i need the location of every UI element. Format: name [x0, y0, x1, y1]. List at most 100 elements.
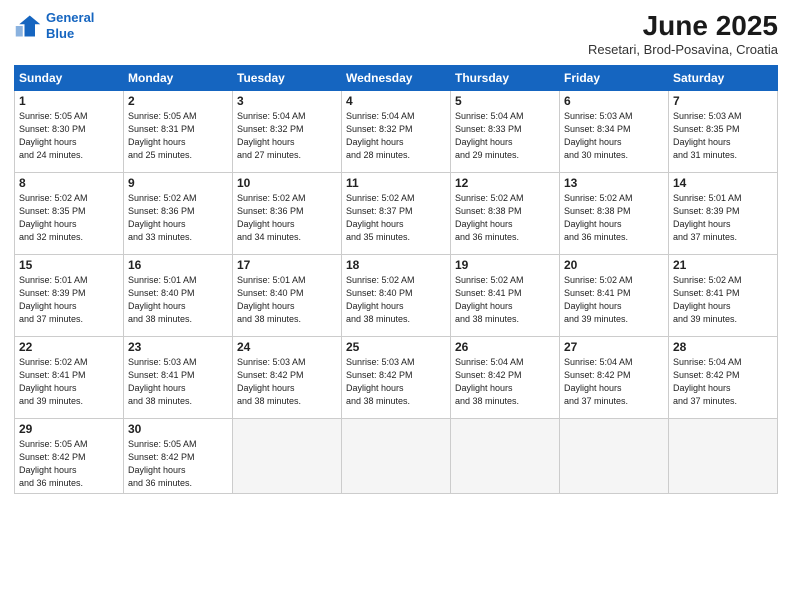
- calendar-day-cell: 8 Sunrise: 5:02 AM Sunset: 8:35 PM Dayli…: [15, 173, 124, 255]
- logo-line2: Blue: [46, 26, 74, 41]
- calendar: SundayMondayTuesdayWednesdayThursdayFrid…: [14, 65, 778, 494]
- calendar-week-row: 29 Sunrise: 5:05 AM Sunset: 8:42 PM Dayl…: [15, 419, 778, 494]
- calendar-day-cell: 3 Sunrise: 5:04 AM Sunset: 8:32 PM Dayli…: [233, 91, 342, 173]
- day-number: 24: [237, 340, 337, 354]
- calendar-day-cell: 15 Sunrise: 5:01 AM Sunset: 8:39 PM Dayl…: [15, 255, 124, 337]
- day-number: 26: [455, 340, 555, 354]
- day-number: 10: [237, 176, 337, 190]
- day-info: Sunrise: 5:05 AM Sunset: 8:42 PM Dayligh…: [128, 438, 228, 490]
- day-number: 9: [128, 176, 228, 190]
- day-number: 16: [128, 258, 228, 272]
- calendar-day-cell: 9 Sunrise: 5:02 AM Sunset: 8:36 PM Dayli…: [124, 173, 233, 255]
- day-info: Sunrise: 5:05 AM Sunset: 8:31 PM Dayligh…: [128, 110, 228, 162]
- day-info: Sunrise: 5:04 AM Sunset: 8:42 PM Dayligh…: [564, 356, 664, 408]
- day-info: Sunrise: 5:04 AM Sunset: 8:32 PM Dayligh…: [237, 110, 337, 162]
- day-number: 15: [19, 258, 119, 272]
- weekday-header: Monday: [124, 66, 233, 91]
- header: General Blue June 2025 Resetari, Brod-Po…: [14, 10, 778, 57]
- day-info: Sunrise: 5:03 AM Sunset: 8:42 PM Dayligh…: [346, 356, 446, 408]
- day-number: 11: [346, 176, 446, 190]
- calendar-day-cell: [342, 419, 451, 494]
- day-info: Sunrise: 5:03 AM Sunset: 8:35 PM Dayligh…: [673, 110, 773, 162]
- calendar-day-cell: 2 Sunrise: 5:05 AM Sunset: 8:31 PM Dayli…: [124, 91, 233, 173]
- day-info: Sunrise: 5:04 AM Sunset: 8:42 PM Dayligh…: [673, 356, 773, 408]
- weekday-header: Sunday: [15, 66, 124, 91]
- day-number: 27: [564, 340, 664, 354]
- day-info: Sunrise: 5:02 AM Sunset: 8:36 PM Dayligh…: [237, 192, 337, 244]
- day-number: 3: [237, 94, 337, 108]
- day-number: 19: [455, 258, 555, 272]
- calendar-week-row: 8 Sunrise: 5:02 AM Sunset: 8:35 PM Dayli…: [15, 173, 778, 255]
- calendar-day-cell: 7 Sunrise: 5:03 AM Sunset: 8:35 PM Dayli…: [669, 91, 778, 173]
- day-number: 7: [673, 94, 773, 108]
- calendar-day-cell: 13 Sunrise: 5:02 AM Sunset: 8:38 PM Dayl…: [560, 173, 669, 255]
- logo-text: General Blue: [46, 10, 94, 41]
- day-number: 30: [128, 422, 228, 436]
- calendar-week-row: 1 Sunrise: 5:05 AM Sunset: 8:30 PM Dayli…: [15, 91, 778, 173]
- calendar-day-cell: 26 Sunrise: 5:04 AM Sunset: 8:42 PM Dayl…: [451, 337, 560, 419]
- day-number: 1: [19, 94, 119, 108]
- calendar-day-cell: 14 Sunrise: 5:01 AM Sunset: 8:39 PM Dayl…: [669, 173, 778, 255]
- logo-line1: General: [46, 10, 94, 25]
- day-info: Sunrise: 5:03 AM Sunset: 8:34 PM Dayligh…: [564, 110, 664, 162]
- day-number: 8: [19, 176, 119, 190]
- calendar-day-cell: 27 Sunrise: 5:04 AM Sunset: 8:42 PM Dayl…: [560, 337, 669, 419]
- calendar-day-cell: 28 Sunrise: 5:04 AM Sunset: 8:42 PM Dayl…: [669, 337, 778, 419]
- day-number: 25: [346, 340, 446, 354]
- calendar-day-cell: 17 Sunrise: 5:01 AM Sunset: 8:40 PM Dayl…: [233, 255, 342, 337]
- day-number: 13: [564, 176, 664, 190]
- calendar-day-cell: 21 Sunrise: 5:02 AM Sunset: 8:41 PM Dayl…: [669, 255, 778, 337]
- weekday-header: Wednesday: [342, 66, 451, 91]
- calendar-week-row: 22 Sunrise: 5:02 AM Sunset: 8:41 PM Dayl…: [15, 337, 778, 419]
- day-number: 2: [128, 94, 228, 108]
- calendar-day-cell: 4 Sunrise: 5:04 AM Sunset: 8:32 PM Dayli…: [342, 91, 451, 173]
- calendar-day-cell: 6 Sunrise: 5:03 AM Sunset: 8:34 PM Dayli…: [560, 91, 669, 173]
- day-info: Sunrise: 5:02 AM Sunset: 8:41 PM Dayligh…: [564, 274, 664, 326]
- calendar-day-cell: 12 Sunrise: 5:02 AM Sunset: 8:38 PM Dayl…: [451, 173, 560, 255]
- day-number: 14: [673, 176, 773, 190]
- calendar-day-cell: [560, 419, 669, 494]
- calendar-day-cell: 22 Sunrise: 5:02 AM Sunset: 8:41 PM Dayl…: [15, 337, 124, 419]
- calendar-day-cell: 5 Sunrise: 5:04 AM Sunset: 8:33 PM Dayli…: [451, 91, 560, 173]
- calendar-day-cell: [233, 419, 342, 494]
- day-info: Sunrise: 5:02 AM Sunset: 8:37 PM Dayligh…: [346, 192, 446, 244]
- day-info: Sunrise: 5:01 AM Sunset: 8:39 PM Dayligh…: [673, 192, 773, 244]
- day-info: Sunrise: 5:05 AM Sunset: 8:30 PM Dayligh…: [19, 110, 119, 162]
- day-info: Sunrise: 5:02 AM Sunset: 8:38 PM Dayligh…: [564, 192, 664, 244]
- subtitle: Resetari, Brod-Posavina, Croatia: [588, 42, 778, 57]
- page: General Blue June 2025 Resetari, Brod-Po…: [0, 0, 792, 612]
- calendar-day-cell: 20 Sunrise: 5:02 AM Sunset: 8:41 PM Dayl…: [560, 255, 669, 337]
- day-info: Sunrise: 5:03 AM Sunset: 8:41 PM Dayligh…: [128, 356, 228, 408]
- day-info: Sunrise: 5:02 AM Sunset: 8:38 PM Dayligh…: [455, 192, 555, 244]
- title-section: June 2025 Resetari, Brod-Posavina, Croat…: [588, 10, 778, 57]
- logo: General Blue: [14, 10, 94, 41]
- day-info: Sunrise: 5:01 AM Sunset: 8:40 PM Dayligh…: [128, 274, 228, 326]
- calendar-day-cell: 11 Sunrise: 5:02 AM Sunset: 8:37 PM Dayl…: [342, 173, 451, 255]
- day-number: 12: [455, 176, 555, 190]
- weekday-header: Saturday: [669, 66, 778, 91]
- day-number: 29: [19, 422, 119, 436]
- calendar-day-cell: 30 Sunrise: 5:05 AM Sunset: 8:42 PM Dayl…: [124, 419, 233, 494]
- day-number: 4: [346, 94, 446, 108]
- day-number: 6: [564, 94, 664, 108]
- day-number: 28: [673, 340, 773, 354]
- day-number: 23: [128, 340, 228, 354]
- main-title: June 2025: [588, 10, 778, 42]
- calendar-day-cell: 29 Sunrise: 5:05 AM Sunset: 8:42 PM Dayl…: [15, 419, 124, 494]
- day-info: Sunrise: 5:04 AM Sunset: 8:33 PM Dayligh…: [455, 110, 555, 162]
- day-info: Sunrise: 5:04 AM Sunset: 8:32 PM Dayligh…: [346, 110, 446, 162]
- calendar-day-cell: 10 Sunrise: 5:02 AM Sunset: 8:36 PM Dayl…: [233, 173, 342, 255]
- day-info: Sunrise: 5:02 AM Sunset: 8:40 PM Dayligh…: [346, 274, 446, 326]
- day-number: 20: [564, 258, 664, 272]
- day-number: 5: [455, 94, 555, 108]
- calendar-day-cell: 18 Sunrise: 5:02 AM Sunset: 8:40 PM Dayl…: [342, 255, 451, 337]
- logo-icon: [14, 12, 42, 40]
- calendar-week-row: 15 Sunrise: 5:01 AM Sunset: 8:39 PM Dayl…: [15, 255, 778, 337]
- day-info: Sunrise: 5:02 AM Sunset: 8:35 PM Dayligh…: [19, 192, 119, 244]
- calendar-day-cell: 25 Sunrise: 5:03 AM Sunset: 8:42 PM Dayl…: [342, 337, 451, 419]
- day-info: Sunrise: 5:04 AM Sunset: 8:42 PM Dayligh…: [455, 356, 555, 408]
- day-number: 21: [673, 258, 773, 272]
- day-info: Sunrise: 5:01 AM Sunset: 8:39 PM Dayligh…: [19, 274, 119, 326]
- calendar-header-row: SundayMondayTuesdayWednesdayThursdayFrid…: [15, 66, 778, 91]
- calendar-day-cell: 16 Sunrise: 5:01 AM Sunset: 8:40 PM Dayl…: [124, 255, 233, 337]
